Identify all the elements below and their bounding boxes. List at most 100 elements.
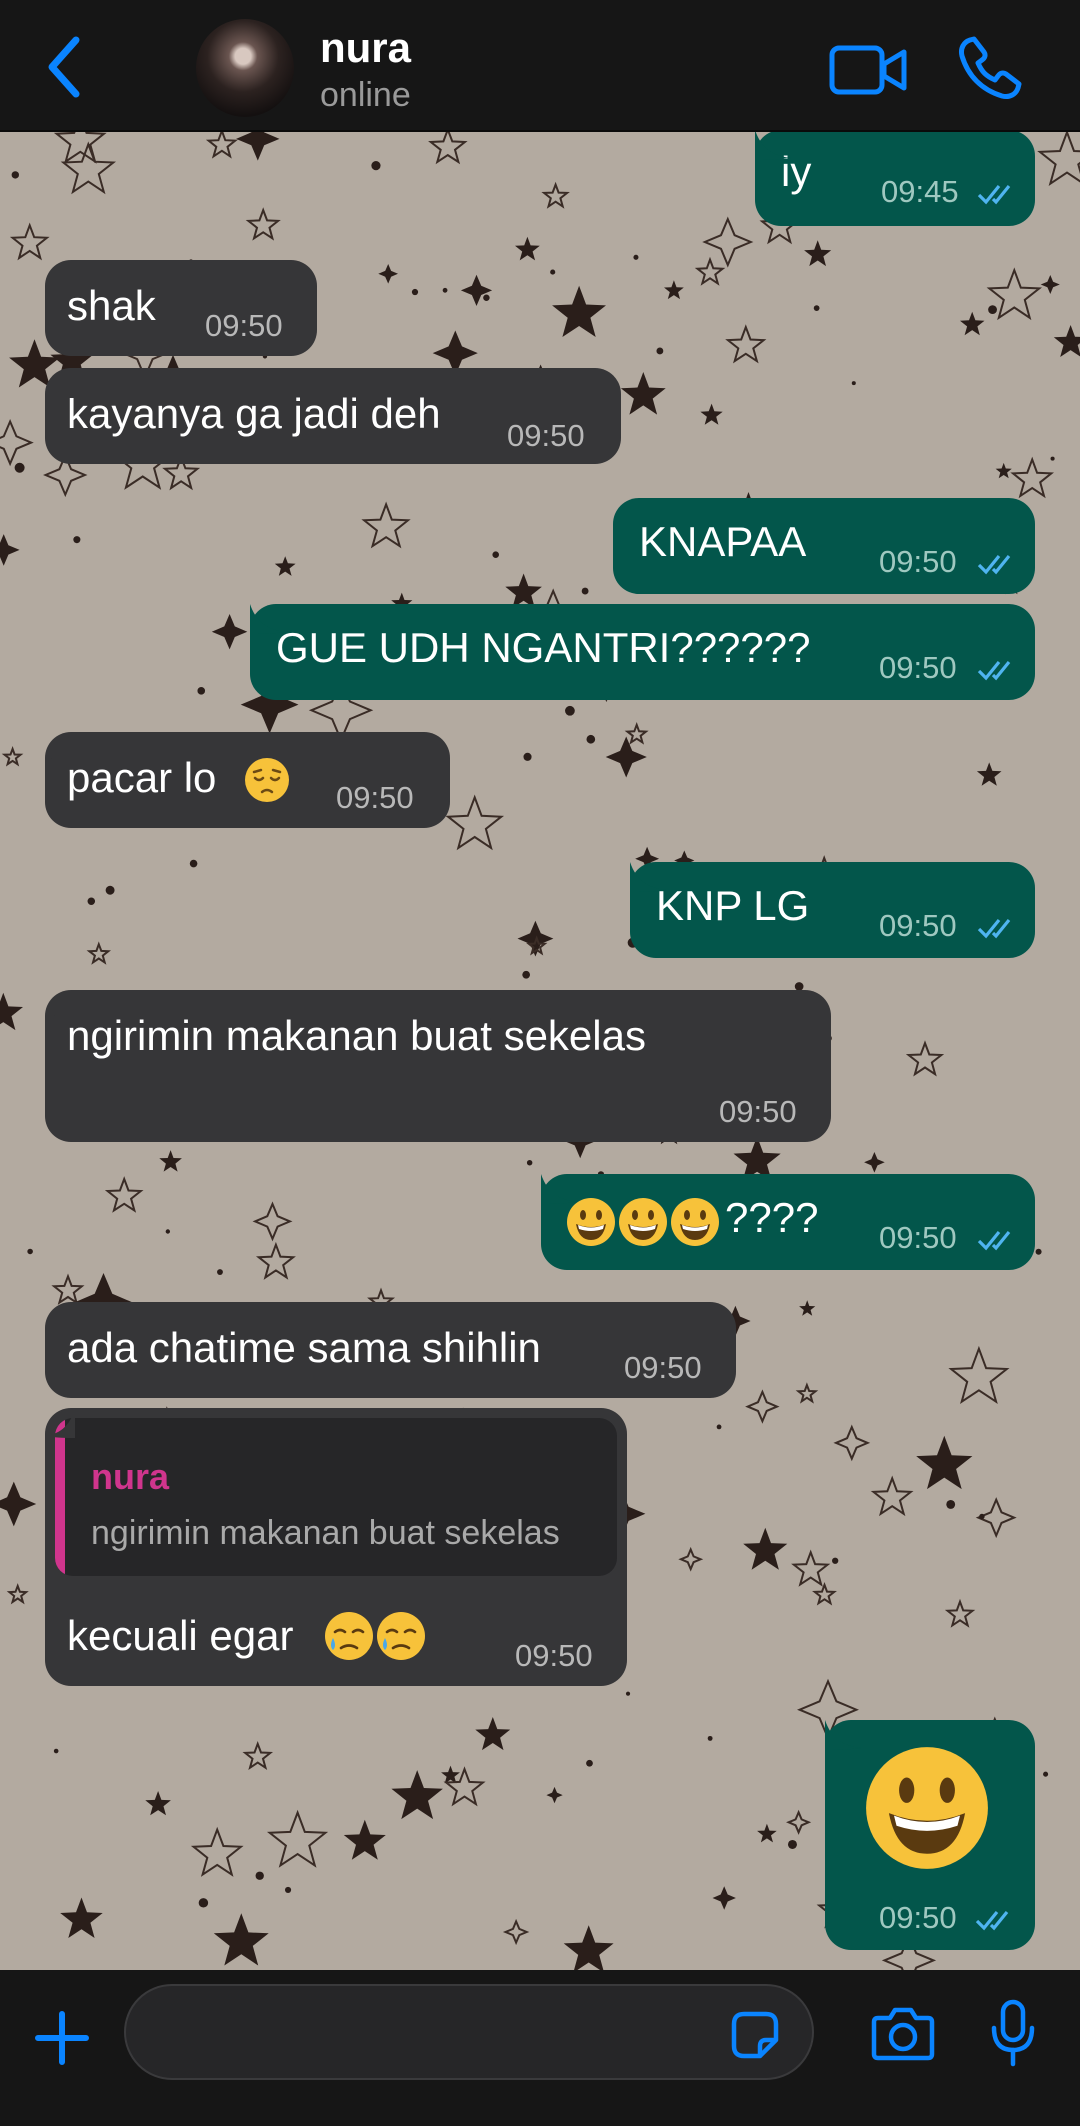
wallpaper-star (946, 1500, 956, 1509)
outgoing-emoji-message[interactable]: 09:50 (825, 1720, 1035, 1950)
bubble-tail (45, 1408, 75, 1438)
bubble-tail (541, 1174, 577, 1204)
wallpaper-star (605, 736, 647, 778)
wallpaper-star (565, 705, 575, 716)
outgoing-message[interactable]: iy 09:45 (755, 132, 1035, 226)
wallpaper-star (581, 587, 589, 595)
wallpaper-star (988, 305, 997, 315)
message-text: ngirimin makanan buat sekelas (67, 1012, 646, 1059)
wallpaper-star (700, 403, 723, 425)
outgoing-message[interactable]: ???? 09:50 (541, 1174, 1035, 1270)
incoming-message[interactable]: ngirimin makanan buat sekelas 09:50 (45, 990, 831, 1142)
wallpaper-star (712, 1886, 736, 1910)
wallpaper-star (255, 1871, 264, 1880)
wallpaper-star (245, 207, 281, 241)
wallpaper-star (791, 1549, 831, 1587)
wallpaper-star (656, 347, 664, 355)
wallpaper-star (1040, 275, 1060, 294)
wallpaper-star (242, 1740, 274, 1771)
wallpaper-star (378, 264, 398, 284)
back-chevron-icon[interactable] (40, 32, 92, 102)
message-text: kayanya ga jadi deh (67, 390, 441, 437)
plus-icon[interactable] (34, 2010, 90, 2066)
wallpaper-star (586, 734, 596, 744)
wallpaper-star (198, 1898, 209, 1908)
message-time: 09:50 (205, 308, 283, 343)
wallpaper-star (526, 1159, 533, 1166)
contact-avatar[interactable] (196, 19, 294, 117)
wallpaper-star (104, 1176, 144, 1213)
wallpaper-star (745, 1389, 780, 1424)
wallpaper-star (87, 897, 96, 906)
wallpaper-star (197, 687, 206, 695)
bubble-tail (45, 368, 75, 398)
wallpaper-star (60, 141, 117, 195)
incoming-message[interactable]: ada chatime sama shihlin 09:50 (45, 1302, 736, 1398)
outgoing-message[interactable]: GUE UDH NGANTRI?????? 09:50 (250, 604, 1035, 700)
holding-back-tears-emoji-icon (325, 1612, 373, 1660)
wallpaper-star (1, 745, 24, 767)
wallpaper-star (189, 859, 198, 868)
quoted-message[interactable]: nura ngirimin makanan buat sekelas (55, 1418, 617, 1576)
wallpaper-star (787, 1839, 797, 1849)
outgoing-message[interactable]: KNAPAA 09:50 (613, 498, 1035, 594)
video-call-icon[interactable] (828, 40, 908, 100)
wallpaper-star (411, 288, 419, 296)
wallpaper-star (633, 254, 639, 260)
outgoing-message[interactable]: KNP LG 09:50 (630, 862, 1035, 958)
incoming-message[interactable]: kayanya ga jadi deh 09:50 (45, 368, 621, 464)
wallpaper-star (505, 573, 542, 609)
wallpaper-star (515, 236, 540, 261)
wallpaper-star (53, 1748, 59, 1754)
wallpaper-star (27, 1248, 33, 1255)
bubble-tail (250, 604, 286, 634)
wallpaper-star (284, 1886, 292, 1894)
wallpaper-star (445, 794, 505, 851)
bubble-tail (755, 132, 791, 160)
read-tick-icon (977, 184, 1011, 205)
chat-header: nura online (0, 0, 1080, 132)
wallpaper-star (625, 1691, 631, 1696)
wallpaper-star (145, 1791, 171, 1816)
wallpaper-star (252, 1201, 293, 1242)
wallpaper-star (255, 1241, 296, 1280)
wallpaper-star (995, 462, 1012, 479)
wallpaper-star (1010, 456, 1055, 499)
phone-call-icon[interactable] (956, 34, 1024, 102)
wallpaper-star (678, 1546, 704, 1572)
message-input[interactable] (124, 1984, 814, 2080)
grinning-face-emoji-icon (619, 1198, 667, 1246)
wallpaper-star (441, 1765, 460, 1784)
message-text: ada chatime sama shihlin (67, 1324, 541, 1371)
message-time: 09:50 (879, 544, 957, 579)
contact-name[interactable]: nura (320, 24, 411, 72)
wallpaper-star (624, 722, 649, 745)
incoming-message[interactable]: pacar lo 09:50 (45, 732, 450, 828)
sticker-icon[interactable] (730, 2010, 780, 2060)
wallpaper-star (550, 269, 556, 275)
message-text: kecuali egar (67, 1612, 294, 1659)
quoted-text: ngirimin makanan buat sekelas (91, 1514, 560, 1552)
quote-accent-bar (55, 1418, 65, 1576)
camera-icon[interactable] (870, 2004, 936, 2062)
wallpaper-star (832, 1557, 839, 1564)
incoming-reply-message[interactable]: nura ngirimin makanan buat sekelas kecua… (45, 1408, 627, 1686)
wallpaper-star (743, 1527, 788, 1570)
bubble-tail (825, 1720, 861, 1750)
message-time: 09:50 (624, 1350, 702, 1385)
wallpaper-star (664, 280, 684, 300)
wallpaper-star (0, 1481, 37, 1527)
grinning-face-emoji-icon (866, 1747, 988, 1869)
message-time: 09:50 (879, 908, 957, 943)
wallpaper-star (371, 161, 381, 171)
wallpaper-star (813, 305, 820, 311)
wallpaper-star (205, 132, 238, 159)
wallpaper-star (870, 1475, 914, 1517)
wallpaper-star (1043, 1771, 1049, 1777)
wallpaper-star (586, 1759, 593, 1767)
bubble-tail (45, 732, 75, 762)
microphone-icon[interactable] (988, 1998, 1038, 2068)
incoming-message[interactable]: shak 09:50 (45, 260, 317, 356)
wallpaper-star (786, 1809, 812, 1835)
quoted-author: nura (91, 1456, 170, 1497)
